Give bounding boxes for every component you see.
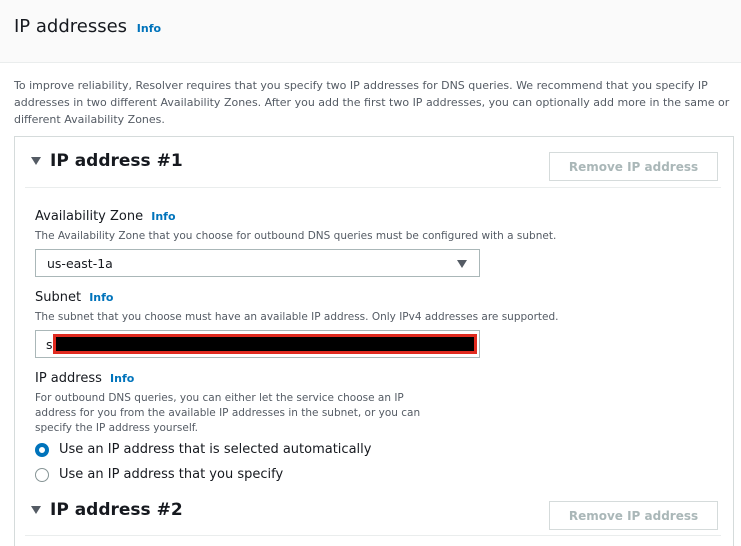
subnet-input[interactable]: s xyxy=(35,330,480,358)
subnet-label: Subnet Info xyxy=(35,290,114,305)
caret-down-icon[interactable] xyxy=(31,157,41,165)
resolver-ip-addresses-page: IP addresses Info To improve reliability… xyxy=(0,0,741,546)
availability-zone-info-link[interactable]: Info xyxy=(151,210,175,223)
availability-zone-label: Availability Zone Info xyxy=(35,209,176,224)
intro-text: To improve reliability, Resolver require… xyxy=(14,79,730,126)
subnet-info-link[interactable]: Info xyxy=(89,291,113,304)
availability-zone-label-text: Availability Zone xyxy=(35,209,144,224)
ip-address-label-text: IP address xyxy=(35,371,102,386)
subnet-description: The subnet that you choose must have an … xyxy=(35,311,559,323)
ip-address-label: IP address Info xyxy=(35,371,134,386)
ip-address-2-title[interactable]: IP address #2 xyxy=(50,500,183,520)
panel-title: IP addresses Info xyxy=(14,16,161,37)
panel-title-text: IP addresses xyxy=(14,16,128,37)
availability-zone-select[interactable]: us-east-1a xyxy=(35,249,480,277)
ip-address-description: For outbound DNS queries, you can either… xyxy=(35,392,421,434)
panel-info-link[interactable]: Info xyxy=(137,22,161,35)
availability-zone-description: The Availability Zone that you choose fo… xyxy=(35,230,557,242)
ip-address-2-header: IP address #2 Remove IP address xyxy=(25,485,721,536)
radio-checked-icon[interactable] xyxy=(35,443,49,457)
redaction-block xyxy=(53,334,477,354)
radio-unchecked-icon[interactable] xyxy=(35,468,49,482)
radio-auto-ip-label: Use an IP address that is selected autom… xyxy=(59,442,372,457)
subnet-value-prefix: s xyxy=(46,337,53,352)
radio-specify-ip-label: Use an IP address that you specify xyxy=(59,467,284,482)
ip-address-1-header: IP address #1 Remove IP address xyxy=(25,137,721,188)
subnet-label-text: Subnet xyxy=(35,290,82,305)
availability-zone-selected-value: us-east-1a xyxy=(47,256,113,271)
ip-address-info-link[interactable]: Info xyxy=(110,372,134,385)
remove-ip-address-1-button[interactable]: Remove IP address xyxy=(549,152,718,181)
ip-address-1-title[interactable]: IP address #1 xyxy=(50,151,183,171)
caret-down-icon[interactable] xyxy=(31,506,41,514)
remove-ip-address-2-button[interactable]: Remove IP address xyxy=(549,501,718,530)
caret-down-icon xyxy=(457,260,467,268)
panel-header: IP addresses Info xyxy=(0,0,741,63)
